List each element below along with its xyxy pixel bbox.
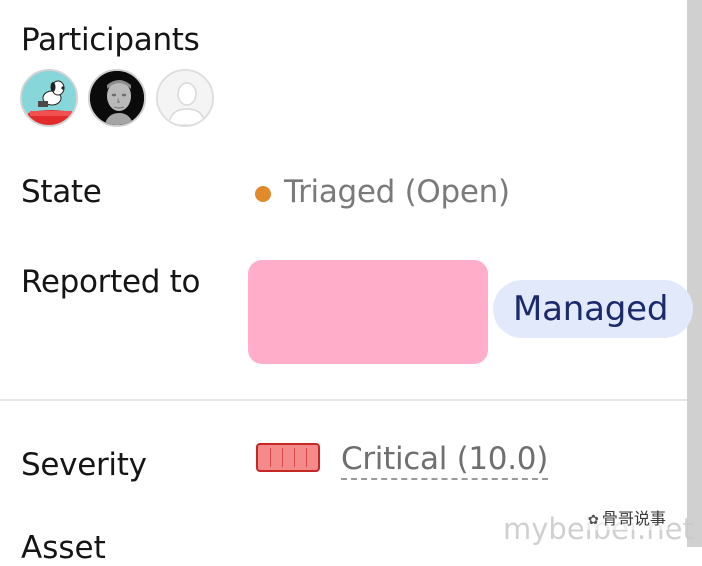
severity-label: Severity [21,447,147,483]
bust-avatar-icon [90,71,144,125]
severity-meter-icon [256,443,320,472]
default-avatar-icon [158,71,212,125]
participant-avatar-snoopy[interactable] [20,69,78,127]
watermark-brand-text: 骨哥说事 [601,509,666,528]
participant-avatar-default[interactable] [156,69,214,127]
reported-to-label: Reported to [21,264,201,300]
managed-badge: Managed [493,280,693,338]
participant-avatar-bust[interactable] [88,69,146,127]
severity-value[interactable]: Critical (10.0) [341,441,548,480]
participants-label: Participants [21,22,200,58]
state-status-dot-icon [255,186,271,202]
snoopy-avatar-icon [22,71,76,125]
state-value: Triaged (Open) [284,174,510,210]
program-logo-redacted[interactable] [248,260,488,364]
watermark-brand: ✿ 骨哥说事 [586,504,668,530]
state-label: State [21,174,102,210]
wechat-icon: ✿ [588,513,599,528]
section-divider [0,399,687,401]
next-row-label-cutoff: Asset [21,530,106,566]
scrollbar[interactable] [687,0,702,547]
